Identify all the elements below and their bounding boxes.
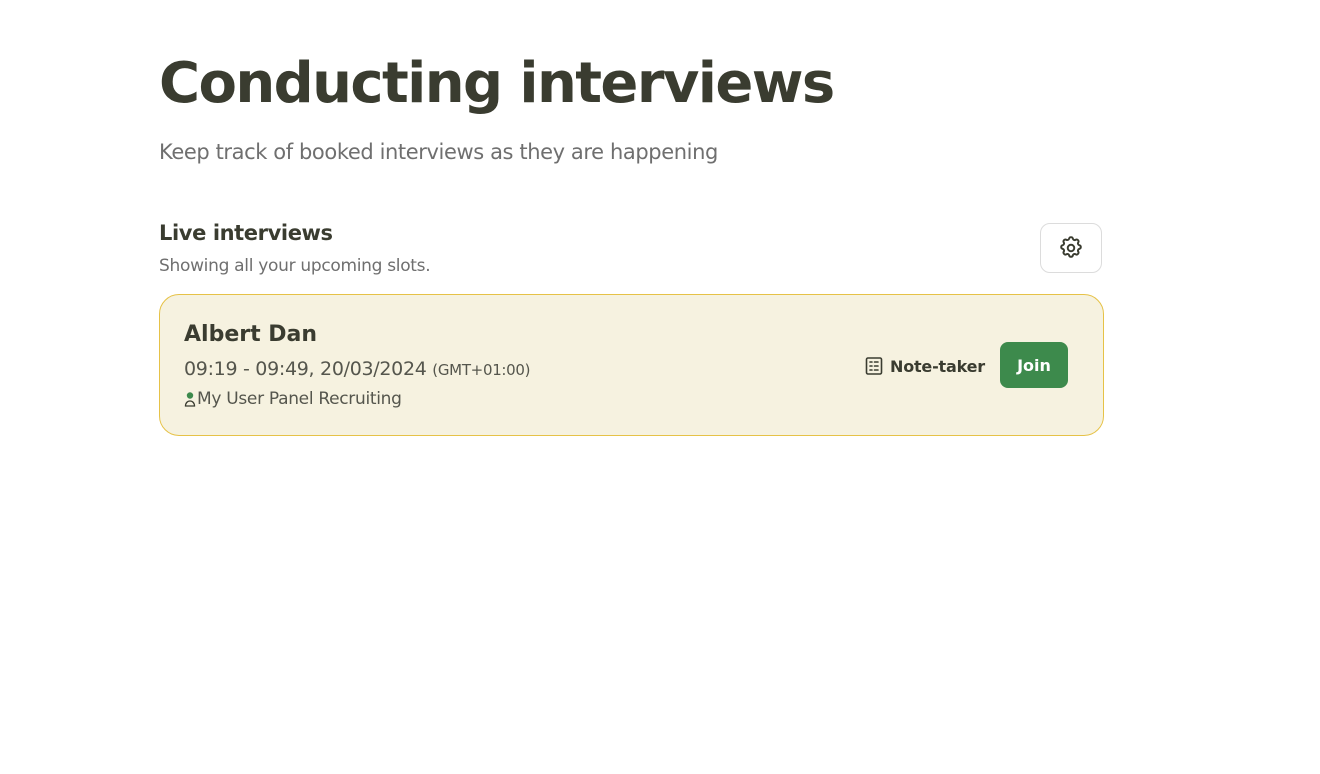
study-line: My User Panel Recruiting [184,387,402,411]
section-title: Live interviews [159,221,333,245]
page-title: Conducting interviews [159,51,835,116]
slot-time: 09:19 - 09:49, 20/03/2024 [184,358,427,380]
settings-button[interactable] [1040,223,1102,273]
join-button[interactable]: Join [1000,342,1068,388]
study-name: My User Panel Recruiting [197,389,402,409]
page-subtitle: Keep track of booked interviews as they … [159,140,718,164]
interview-slot: 09:19 - 09:49, 20/03/2024 (GMT+01:00) [184,356,531,383]
slot-timezone: (GMT+01:00) [432,361,531,379]
page: Conducting interviews Keep track of book… [0,0,1320,774]
document-icon [865,357,883,375]
section-subtitle: Showing all your upcoming slots. [159,256,431,276]
user-icon [184,392,196,407]
note-taker-button[interactable]: Note-taker [864,351,985,381]
interview-card: Albert Dan 09:19 - 09:49, 20/03/2024 (GM… [159,294,1104,436]
gear-icon [1060,236,1082,258]
candidate-name: Albert Dan [184,322,318,347]
note-taker-label: Note-taker [890,356,985,376]
